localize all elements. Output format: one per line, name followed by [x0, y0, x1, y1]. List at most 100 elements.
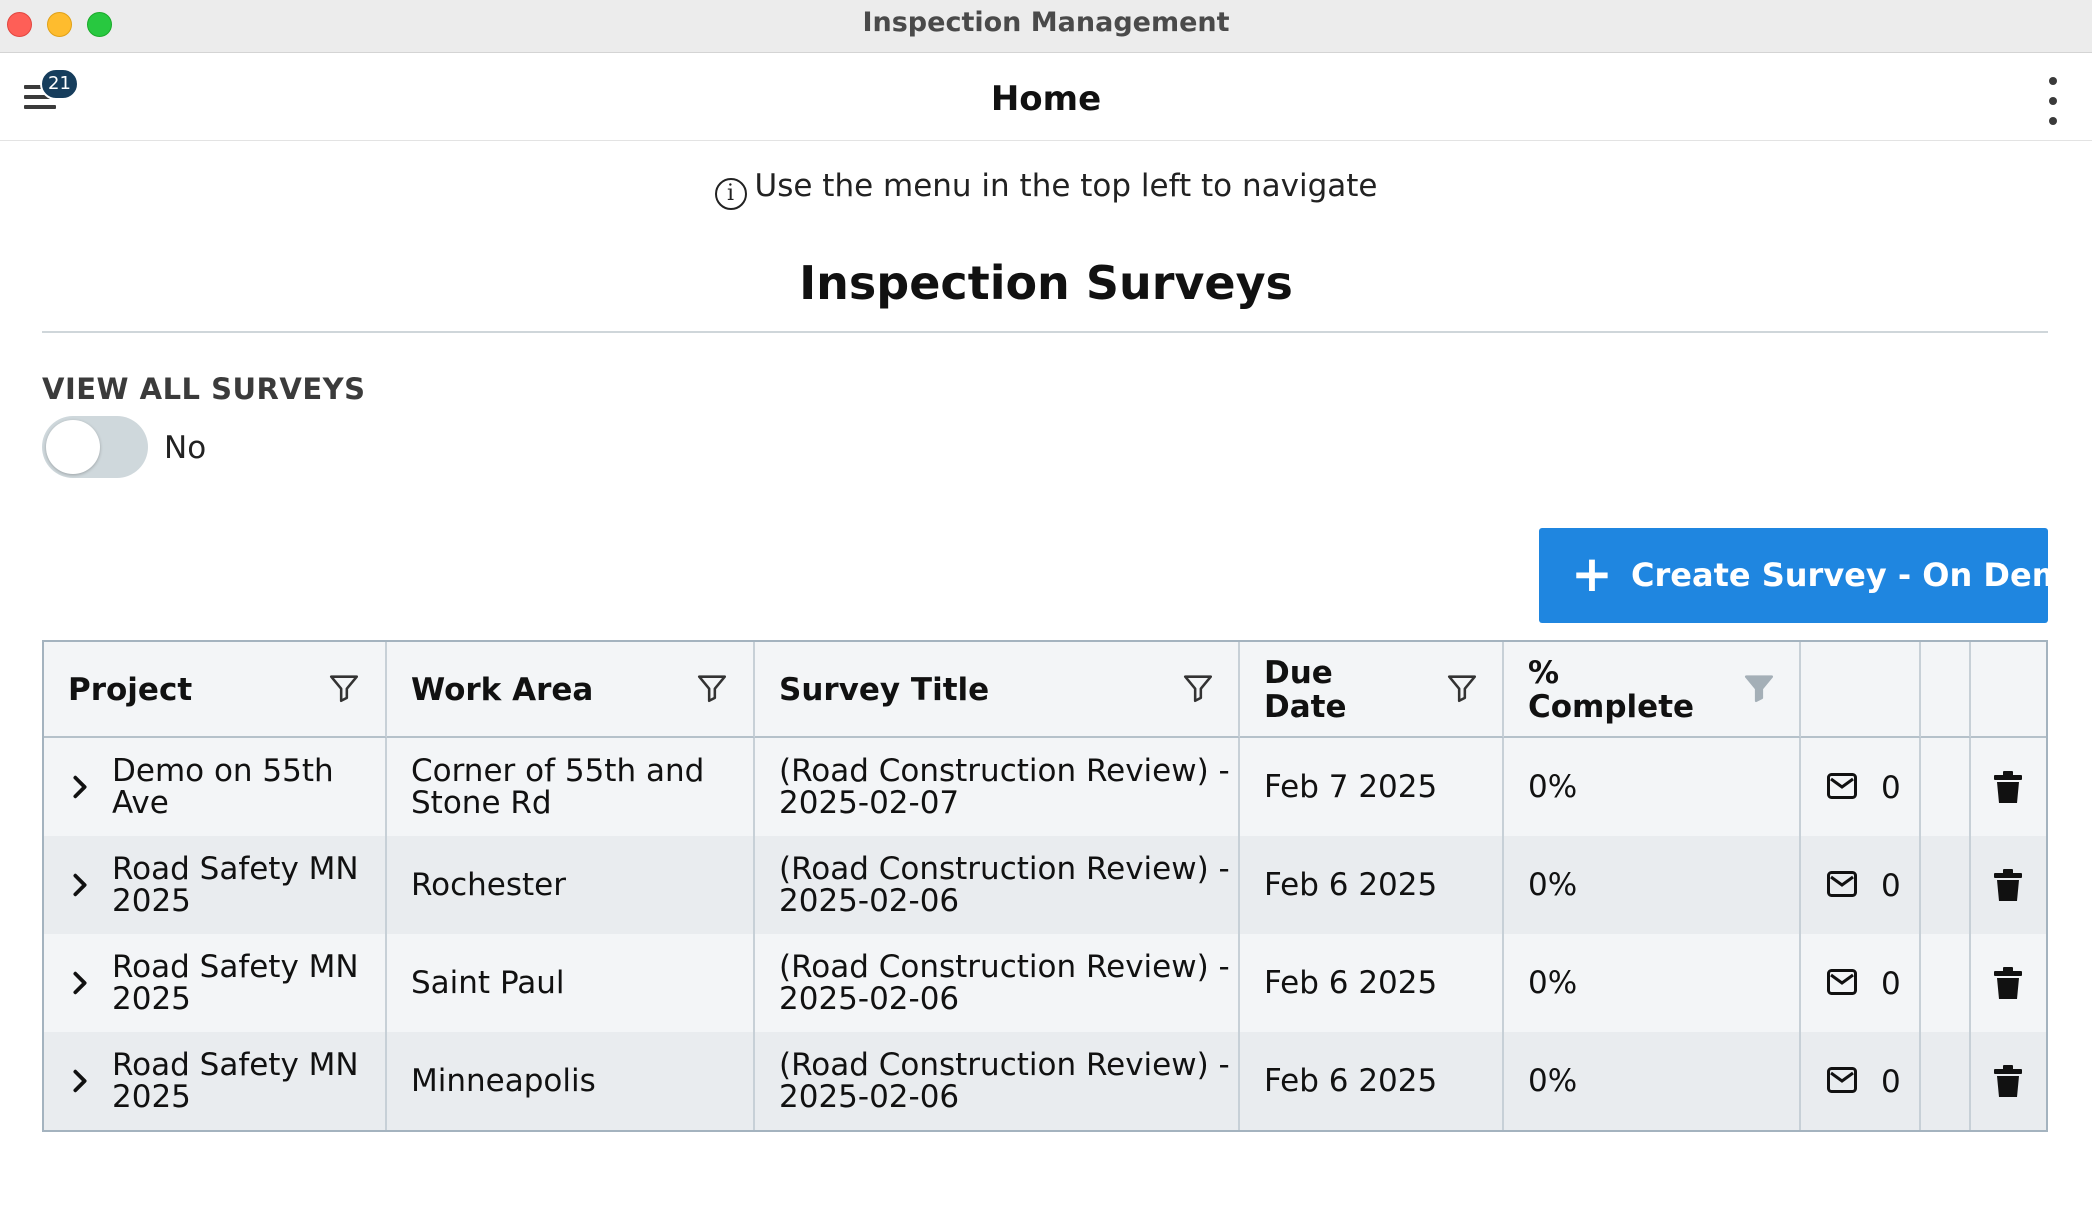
column-header-label: Complete	[1528, 689, 1695, 725]
cell-percent-complete: 0%	[1504, 934, 1801, 1032]
cell-work-area: Minneapolis	[387, 1032, 755, 1130]
cell-spacer	[1921, 1032, 1971, 1130]
percent-complete-value: 0%	[1528, 1063, 1578, 1099]
cell-project: Road Safety MN 2025	[44, 934, 387, 1032]
column-header-messages	[1801, 642, 1921, 738]
due-date-value: Feb 6 2025	[1264, 1063, 1438, 1099]
cell-messages: 0	[1801, 934, 1921, 1032]
cell-percent-complete: 0%	[1504, 1032, 1801, 1130]
percent-complete-value: 0%	[1528, 867, 1578, 903]
envelope-icon[interactable]	[1827, 773, 1857, 799]
table-row[interactable]: Road Safety MN 2025 Rochester (Road Cons…	[44, 836, 2046, 934]
create-survey-label: Create Survey - On Demand	[1631, 556, 2092, 594]
trash-icon[interactable]	[1993, 868, 2023, 902]
survey-title-line: (Road Construction Review) -	[779, 753, 1230, 789]
cell-survey-title: (Road Construction Review) - 2025-02-06	[755, 1032, 1240, 1130]
chevron-right-icon[interactable]	[66, 1066, 94, 1096]
survey-title-line: 2025-02-07	[779, 785, 960, 821]
cell-messages: 0	[1801, 738, 1921, 836]
filter-icon[interactable]	[1181, 670, 1215, 706]
column-header-label: Project	[68, 672, 193, 708]
project-name-line: Demo on 55th	[112, 753, 334, 789]
table-row[interactable]: Road Safety MN 2025 Saint Paul (Road Con…	[44, 934, 2046, 1032]
cell-spacer	[1921, 738, 1971, 836]
column-header-survey-title[interactable]: Survey Title	[755, 642, 1240, 738]
due-date-value: Feb 6 2025	[1264, 965, 1438, 1001]
column-header-label: Survey Title	[779, 672, 990, 708]
cell-actions	[1971, 836, 2046, 934]
column-header-label: Work Area	[411, 672, 594, 708]
envelope-icon[interactable]	[1827, 969, 1857, 995]
view-all-surveys-toggle[interactable]	[42, 416, 148, 478]
due-date-value: Feb 7 2025	[1264, 769, 1438, 805]
column-header-label: Date	[1264, 689, 1347, 725]
survey-title-line: (Road Construction Review) -	[779, 1047, 1230, 1083]
surveys-table: Project Work Area Survey Title Due Date …	[42, 640, 2048, 1132]
percent-complete-value: 0%	[1528, 769, 1578, 805]
column-header-label: %	[1528, 655, 1560, 691]
project-name-line: 2025	[112, 883, 191, 919]
filter-icon[interactable]	[1445, 670, 1479, 706]
navigation-hint-text: Use the menu in the top left to navigate	[754, 168, 1378, 204]
plus-icon: +	[1571, 545, 1613, 603]
more-options-icon[interactable]	[2046, 77, 2058, 125]
cell-survey-title: (Road Construction Review) - 2025-02-07	[755, 738, 1240, 836]
app-header: 21 Home	[0, 53, 2092, 141]
project-name-line: Road Safety MN	[112, 851, 359, 887]
cell-messages: 0	[1801, 836, 1921, 934]
survey-title-line: (Road Construction Review) -	[779, 949, 1230, 985]
cell-percent-complete: 0%	[1504, 738, 1801, 836]
cell-work-area: Saint Paul	[387, 934, 755, 1032]
cell-work-area: Rochester	[387, 836, 755, 934]
cell-project: Road Safety MN 2025	[44, 836, 387, 934]
section-title: Inspection Surveys	[799, 256, 1293, 310]
chevron-right-icon[interactable]	[66, 772, 94, 802]
column-header-actions	[1971, 642, 2046, 738]
work-area-line: Saint Paul	[411, 965, 565, 1001]
column-header-percent-complete[interactable]: % Complete	[1504, 642, 1801, 738]
envelope-icon[interactable]	[1827, 1067, 1857, 1093]
work-area-line: Corner of 55th and	[411, 753, 705, 789]
message-count: 0	[1881, 868, 1901, 904]
toggle-knob	[46, 420, 100, 474]
work-area-line: Rochester	[411, 867, 566, 903]
info-circle-icon: i	[714, 178, 747, 210]
chevron-right-icon[interactable]	[66, 968, 94, 998]
chevron-right-icon[interactable]	[66, 870, 94, 900]
create-survey-button[interactable]: + Create Survey - On Demand	[1539, 528, 2092, 623]
page-title: Home	[990, 79, 1102, 119]
table-row[interactable]: Demo on 55th Ave Corner of 55th and Ston…	[44, 738, 2046, 836]
project-name-line: Road Safety MN	[112, 1047, 359, 1083]
cell-project: Demo on 55th Ave	[44, 738, 387, 836]
cell-survey-title: (Road Construction Review) - 2025-02-06	[755, 934, 1240, 1032]
work-area-line: Stone Rd	[411, 785, 552, 821]
project-name-line: 2025	[112, 1079, 191, 1115]
view-all-surveys-state: No	[164, 430, 207, 466]
column-header-due-date[interactable]: Due Date	[1240, 642, 1504, 738]
filter-icon[interactable]	[1742, 670, 1776, 706]
cell-messages: 0	[1801, 1032, 1921, 1130]
message-count: 0	[1881, 1064, 1901, 1100]
cell-actions	[1971, 934, 2046, 1032]
trash-icon[interactable]	[1993, 966, 2023, 1000]
cell-percent-complete: 0%	[1504, 836, 1801, 934]
cell-survey-title: (Road Construction Review) - 2025-02-06	[755, 836, 1240, 934]
cell-due-date: Feb 6 2025	[1240, 934, 1504, 1032]
message-count: 0	[1881, 770, 1901, 806]
survey-title-line: (Road Construction Review) -	[779, 851, 1230, 887]
work-area-line: Minneapolis	[411, 1063, 596, 1099]
cell-due-date: Feb 6 2025	[1240, 836, 1504, 934]
column-header-project[interactable]: Project	[44, 642, 387, 738]
column-header-label: Due	[1264, 655, 1333, 691]
filter-icon[interactable]	[695, 670, 729, 706]
project-name-line: 2025	[112, 981, 191, 1017]
table-row[interactable]: Road Safety MN 2025 Minneapolis (Road Co…	[44, 1032, 2046, 1130]
envelope-icon[interactable]	[1827, 871, 1857, 897]
trash-icon[interactable]	[1993, 770, 2023, 804]
cell-due-date: Feb 6 2025	[1240, 1032, 1504, 1130]
filter-icon[interactable]	[327, 670, 361, 706]
trash-icon[interactable]	[1993, 1064, 2023, 1098]
survey-title-line: 2025-02-06	[779, 883, 960, 919]
column-header-work-area[interactable]: Work Area	[387, 642, 755, 738]
window-titlebar: Inspection Management	[0, 0, 2092, 53]
